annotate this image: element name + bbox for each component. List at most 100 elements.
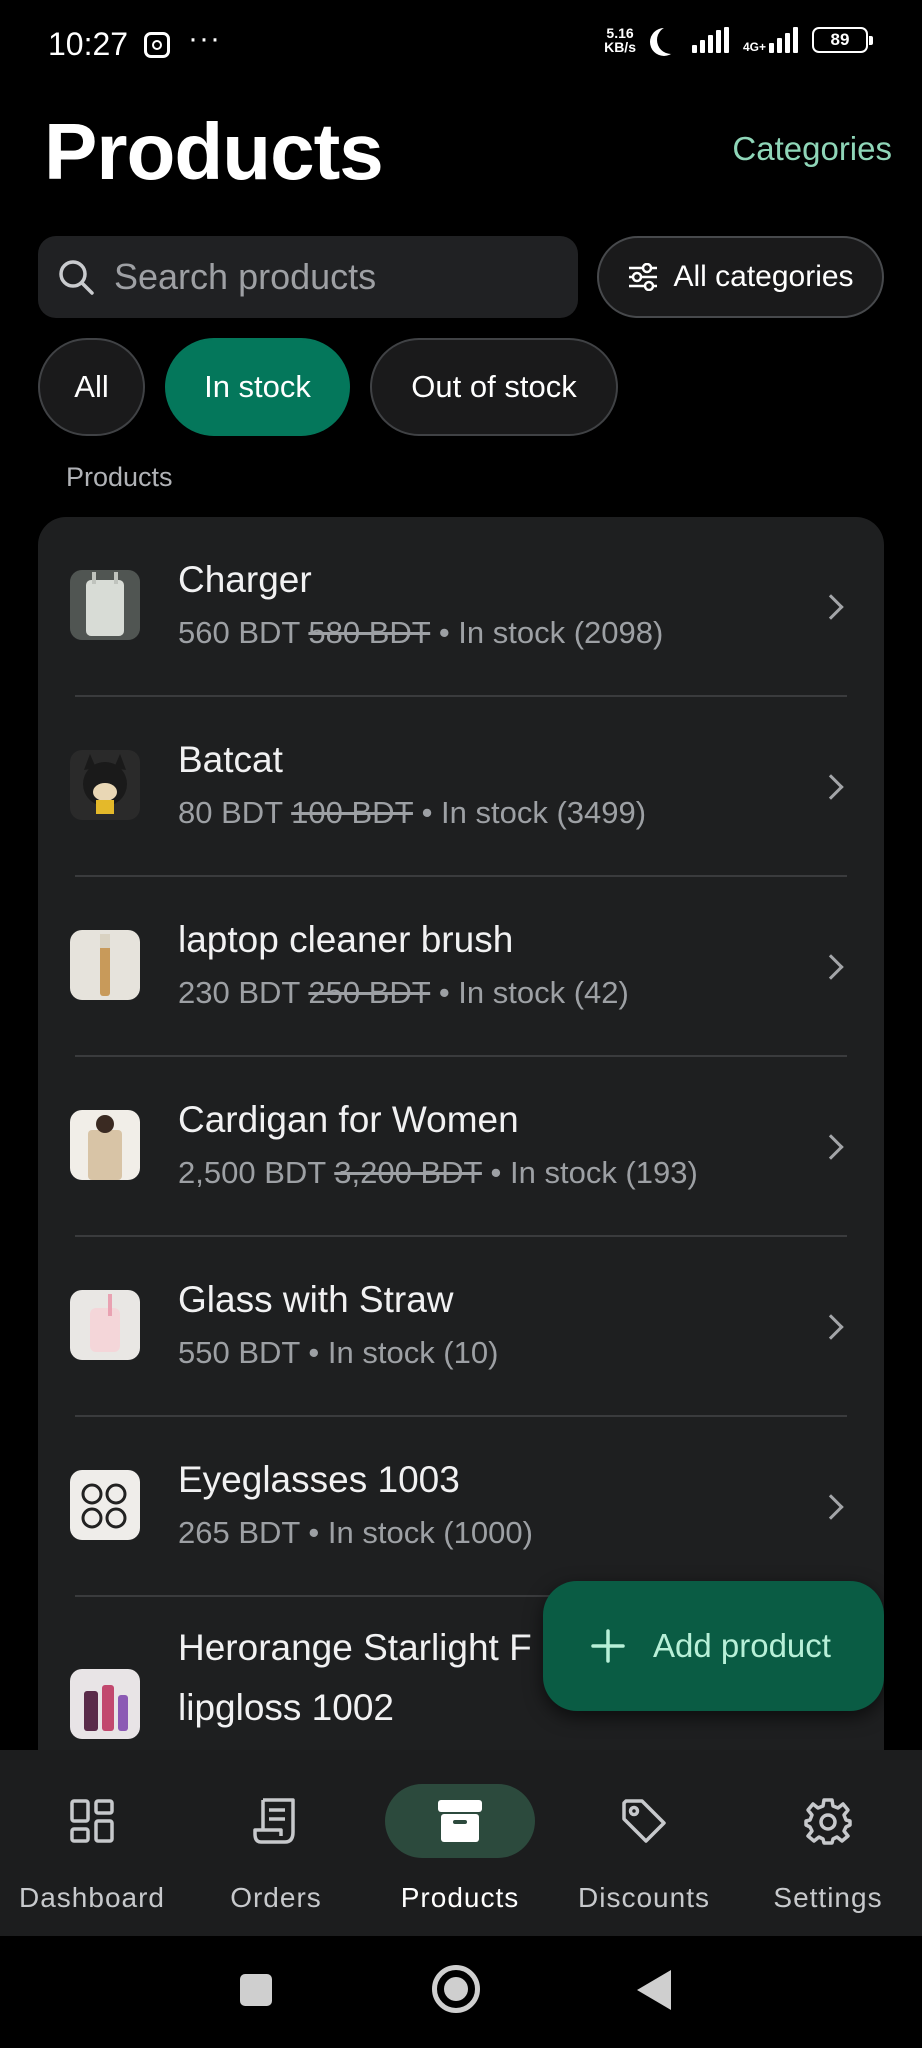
categories-link[interactable]: Categories <box>732 130 892 168</box>
do-not-disturb-icon <box>657 26 685 54</box>
product-name: Eyeglasses 1003 <box>178 1459 460 1500</box>
product-thumbnail <box>70 1290 140 1360</box>
status-time: 10:27 <box>48 26 129 62</box>
product-stock: • In stock (3499) <box>421 795 647 830</box>
network-type: 4G+ <box>742 40 766 54</box>
product-price: 265 BDT <box>178 1515 300 1550</box>
product-name-line-1: Herorange Starlight F <box>178 1627 532 1668</box>
product-name: Glass with Straw <box>178 1279 454 1320</box>
chevron-right-icon <box>818 594 844 620</box>
product-name: Batcat <box>178 739 283 780</box>
signal-4g-icon <box>769 27 798 53</box>
product-thumbnail <box>70 1470 140 1540</box>
product-price: 2,500 BDT <box>178 1155 326 1190</box>
chip-out-of-stock[interactable]: Out of stock <box>370 338 618 436</box>
battery-icon: 89 <box>812 27 873 53</box>
chip-in-stock[interactable]: In stock <box>165 338 350 436</box>
nav-label-dashboard: Dashboard <box>19 1882 165 1913</box>
product-old-price: 100 BDT <box>291 795 413 830</box>
instagram-icon <box>144 32 170 58</box>
product-price: 230 BDT <box>178 975 300 1010</box>
back-button[interactable] <box>637 1970 671 2010</box>
product-stock: • In stock (10) <box>308 1335 499 1370</box>
product-stock: • In stock (1000) <box>308 1515 533 1550</box>
product-row-laptop-cleaner-brush[interactable]: laptop cleaner brush 230 BDT 250 BDT • I… <box>38 877 884 1057</box>
status-bar: 10:27 ··· 5.16 KB/s 4G+ 89 <box>0 0 922 92</box>
product-meta: 230 BDT 250 BDT • In stock (42) <box>178 975 629 1011</box>
battery-level: 89 <box>830 30 850 49</box>
add-product-label: Add product <box>653 1627 831 1664</box>
product-meta: 550 BDT • In stock (10) <box>178 1335 498 1371</box>
network-speed: 5.16 KB/s <box>604 26 636 54</box>
chevron-right-icon <box>818 1134 844 1160</box>
chevron-right-icon <box>818 1314 844 1340</box>
chevron-right-icon <box>818 1494 844 1520</box>
receipt-icon <box>216 1784 336 1858</box>
product-row-cardigan-for-women[interactable]: Cardigan for Women 2,500 BDT 3,200 BDT •… <box>38 1057 884 1237</box>
product-thumbnail <box>70 570 140 640</box>
product-stock: • In stock (193) <box>490 1155 698 1190</box>
nav-item-settings[interactable]: Settings <box>736 1750 920 1936</box>
nav-item-orders[interactable]: Orders <box>184 1750 368 1936</box>
system-navigation-bar <box>0 1936 922 2048</box>
page-title: Products <box>44 107 384 196</box>
nav-item-products[interactable]: Products <box>368 1750 552 1936</box>
product-name-line-2: lipgloss 1002 <box>178 1687 394 1728</box>
product-row-batcat[interactable]: Batcat 80 BDT 100 BDT • In stock (3499) <box>38 697 884 877</box>
search-input[interactable] <box>114 256 554 298</box>
tag-icon <box>584 1784 704 1858</box>
filter-sliders-icon <box>629 263 658 291</box>
dashboard-icon <box>32 1784 152 1858</box>
gear-icon <box>768 1784 888 1858</box>
status-indicators: 5.16 KB/s 4G+ 89 <box>604 26 873 54</box>
product-old-price: 3,200 BDT <box>334 1155 482 1190</box>
product-name: laptop cleaner brush <box>178 919 514 960</box>
product-list: Charger 560 BDT 580 BDT • In stock (2098… <box>38 517 884 1757</box>
chevron-right-icon <box>818 774 844 800</box>
bottom-navigation: Dashboard Orders Products Discounts Sett… <box>0 1750 922 1936</box>
nav-label-products: Products <box>400 1882 520 1913</box>
archive-box-icon <box>385 1784 535 1858</box>
all-categories-label: All categories <box>673 260 854 293</box>
nav-label-settings: Settings <box>773 1882 883 1913</box>
nav-label-orders: Orders <box>230 1882 322 1913</box>
nav-item-discounts[interactable]: Discounts <box>552 1750 736 1936</box>
product-row-glass-with-straw[interactable]: Glass with Straw 550 BDT • In stock (10) <box>38 1237 884 1417</box>
signal-icon <box>691 27 729 53</box>
search-icon <box>59 260 94 295</box>
search-box[interactable] <box>38 236 578 318</box>
all-categories-filter-button[interactable]: All categories <box>597 236 884 318</box>
product-row-charger[interactable]: Charger 560 BDT 580 BDT • In stock (2098… <box>38 517 884 697</box>
nav-label-discounts: Discounts <box>578 1882 710 1913</box>
product-meta: 80 BDT 100 BDT • In stock (3499) <box>178 795 646 831</box>
plus-icon <box>591 1629 625 1663</box>
product-stock: • In stock (42) <box>438 975 629 1010</box>
network-4g-signal: 4G+ <box>743 27 798 53</box>
product-old-price: 580 BDT <box>308 615 431 650</box>
chip-all[interactable]: All <box>38 338 145 436</box>
product-price: 560 BDT <box>178 615 300 650</box>
network-speed-value: 5.16 <box>606 25 634 41</box>
product-meta: 2,500 BDT 3,200 BDT • In stock (193) <box>178 1155 698 1191</box>
product-thumbnail <box>70 930 140 1000</box>
product-name: Charger <box>178 559 312 600</box>
product-price: 550 BDT <box>178 1335 300 1370</box>
product-meta: 560 BDT 580 BDT • In stock (2098) <box>178 615 663 651</box>
section-label: Products <box>66 462 173 492</box>
product-old-price: 250 BDT <box>308 975 431 1010</box>
product-price: 80 BDT <box>178 795 283 830</box>
more-notifications-icon: ··· <box>188 22 221 55</box>
nav-item-dashboard[interactable]: Dashboard <box>0 1750 184 1936</box>
add-product-button[interactable]: Add product <box>543 1581 884 1711</box>
product-thumbnail <box>70 1110 140 1180</box>
home-button[interactable] <box>432 1965 480 2013</box>
product-name: Cardigan for Women <box>178 1099 519 1140</box>
product-thumbnail <box>70 1669 140 1739</box>
chevron-right-icon <box>818 954 844 980</box>
network-speed-unit: KB/s <box>604 39 636 55</box>
product-thumbnail <box>70 750 140 820</box>
product-stock: • In stock (2098) <box>438 615 664 650</box>
product-row-eyeglasses-1003[interactable]: Eyeglasses 1003 265 BDT • In stock (1000… <box>38 1417 884 1597</box>
recent-apps-button[interactable] <box>240 1974 272 2006</box>
product-meta: 265 BDT • In stock (1000) <box>178 1515 533 1551</box>
